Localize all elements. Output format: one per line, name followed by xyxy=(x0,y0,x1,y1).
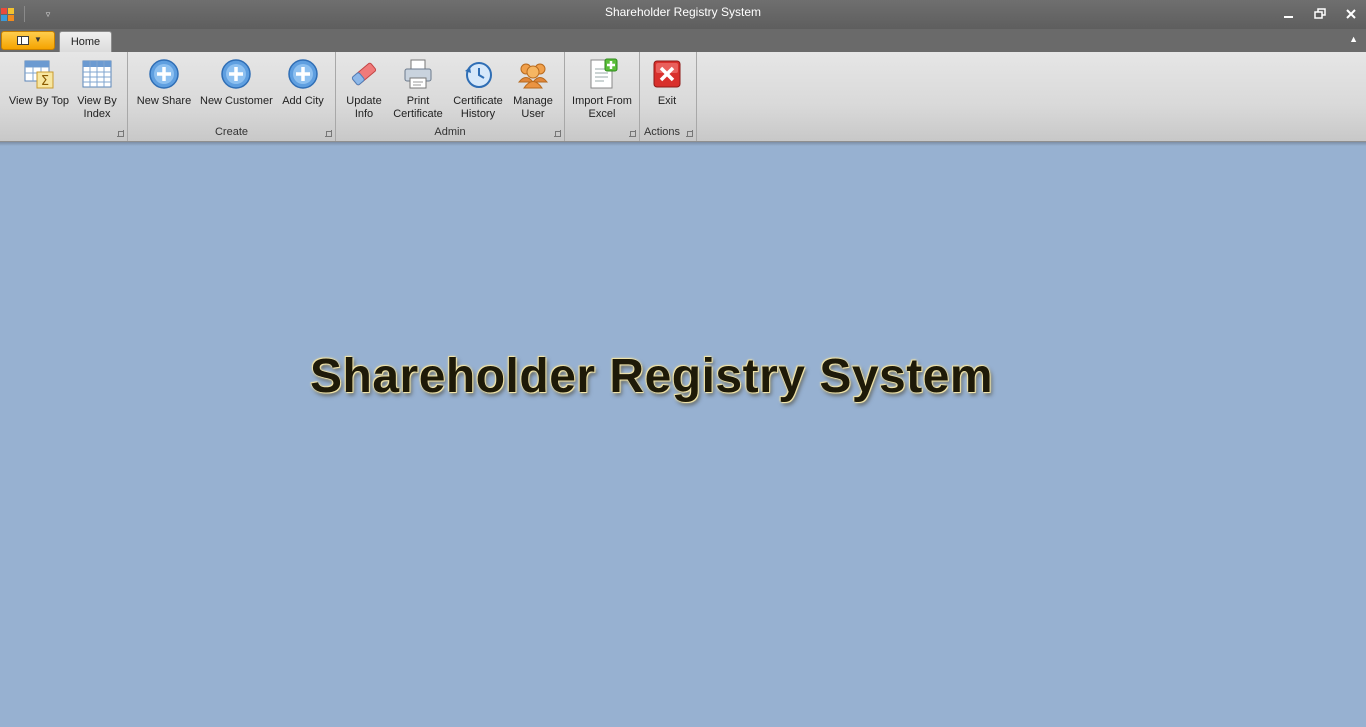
svg-text:Σ: Σ xyxy=(41,74,49,89)
update-info-label: Update Info xyxy=(346,95,382,120)
certificate-history-button[interactable]: Certificate History xyxy=(450,58,506,124)
view-by-top-label: View By Top xyxy=(8,95,70,107)
view-by-index-button[interactable]: View By Index xyxy=(74,58,120,124)
import-document-icon xyxy=(590,58,618,89)
tab-home[interactable]: Home xyxy=(59,31,112,52)
add-city-label: Add City xyxy=(282,95,324,107)
print-certificate-label: Print Certificate xyxy=(393,95,443,120)
restore-icon[interactable] xyxy=(1308,5,1332,23)
banner-title: Shareholder Registry System xyxy=(310,350,994,403)
dialog-launcher-icon[interactable] xyxy=(117,130,124,137)
chevron-down-icon: ▼ xyxy=(34,35,42,44)
new-customer-button[interactable]: New Customer xyxy=(200,58,273,124)
group-label-admin: Admin xyxy=(434,126,466,138)
grid-icon xyxy=(82,60,112,88)
view-by-index-label: View By Index xyxy=(77,95,117,120)
certificate-history-label: Certificate History xyxy=(453,95,503,120)
dialog-launcher-icon[interactable] xyxy=(629,130,636,137)
import-from-excel-button[interactable]: Import From Excel xyxy=(571,58,633,124)
dialog-launcher-icon[interactable] xyxy=(554,130,561,137)
exit-icon xyxy=(653,60,681,88)
ribbon-tab-row: ▼ Home ▲ xyxy=(0,29,1366,52)
eraser-icon xyxy=(351,62,377,86)
ribbon-group-actions: Exit Actions xyxy=(640,52,697,141)
ribbon-group-import: Import From Excel xyxy=(565,52,640,141)
import-from-excel-label: Import From Excel xyxy=(572,95,632,120)
exit-button[interactable]: Exit xyxy=(646,58,688,124)
ribbon-group-view: Σ View By Top View By Index xyxy=(0,52,128,141)
ribbon: Σ View By Top View By Index New Share Ne… xyxy=(0,52,1366,142)
ribbon-group-create: New Share New Customer Add City Create xyxy=(128,52,336,141)
add-circle-icon xyxy=(149,59,179,89)
add-city-button[interactable]: Add City xyxy=(280,58,326,124)
manage-user-button[interactable]: Manage User xyxy=(510,58,556,124)
history-icon xyxy=(465,62,492,88)
manage-user-label: Manage User xyxy=(513,95,553,120)
dialog-launcher-icon[interactable] xyxy=(686,130,693,137)
new-share-button[interactable]: New Share xyxy=(136,58,192,124)
printer-icon xyxy=(404,59,432,89)
dialog-launcher-icon[interactable] xyxy=(325,130,332,137)
add-circle-icon xyxy=(221,59,251,89)
application-menu-button[interactable]: ▼ xyxy=(1,31,55,50)
collapse-ribbon-icon[interactable]: ▲ xyxy=(1349,34,1358,44)
ribbon-group-admin: Update Info Print Certificate Certificat… xyxy=(336,52,565,141)
document-icon xyxy=(17,36,29,45)
close-icon[interactable] xyxy=(1339,5,1363,23)
title-bar: ▿ Shareholder Registry System xyxy=(0,0,1366,29)
new-share-label: New Share xyxy=(136,95,192,107)
window-title: Shareholder Registry System xyxy=(604,5,762,19)
update-info-button[interactable]: Update Info xyxy=(342,58,386,124)
add-circle-icon xyxy=(288,59,318,89)
group-label-actions: Actions xyxy=(643,126,681,138)
group-label-create: Create xyxy=(214,126,249,138)
main-content-area: Shareholder Registry System xyxy=(0,146,1366,727)
new-customer-label: New Customer xyxy=(200,95,273,107)
users-icon xyxy=(517,63,549,89)
view-by-top-button[interactable]: Σ View By Top xyxy=(6,58,72,124)
exit-label: Exit xyxy=(657,95,677,107)
sum-grid-icon: Σ xyxy=(24,60,54,89)
print-certificate-button[interactable]: Print Certificate xyxy=(390,58,446,124)
minimize-icon[interactable] xyxy=(1276,5,1300,23)
